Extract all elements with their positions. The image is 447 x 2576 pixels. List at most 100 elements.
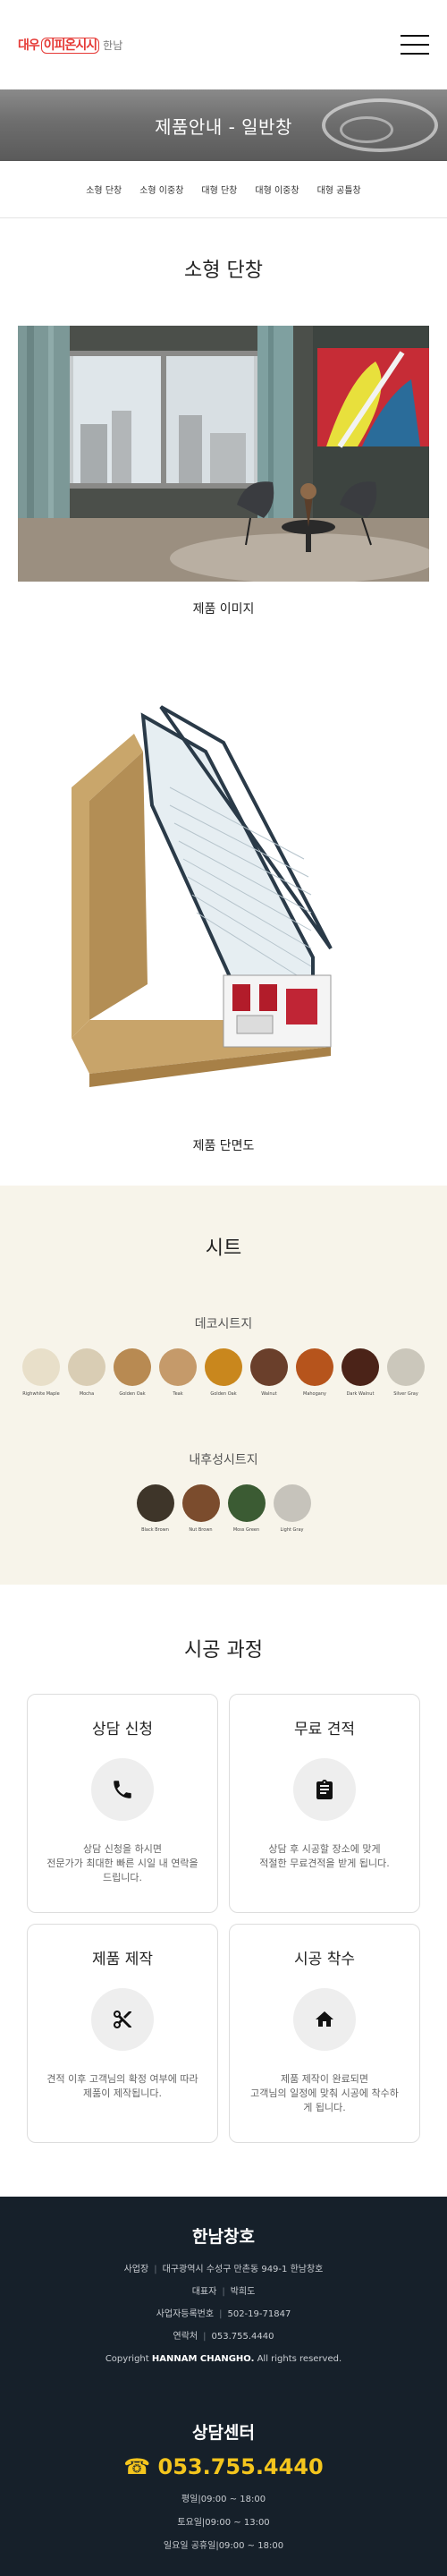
color-swatch [387, 1348, 425, 1386]
color-swatch [68, 1348, 105, 1386]
home-icon [293, 1988, 356, 2051]
swatch-name: Mocha [79, 1391, 95, 1397]
color-swatch [22, 1348, 60, 1386]
card-title: 제품 제작 [92, 1951, 153, 1968]
process-grid: 상담 신청 상담 신청을 하시면 전문가가 최대한 빠른 시일 내 연락을 드립… [0, 1694, 447, 2143]
consult-center: 상담센터 ☎ 053.755.4440 평일|09:00 ~ 18:00 토요일… [0, 2419, 447, 2558]
consult-center-title: 상담센터 [192, 2423, 255, 2443]
swatch-item: Mahogany [295, 1348, 334, 1397]
color-swatch [114, 1348, 151, 1386]
card-title: 무료 견적 [294, 1721, 355, 1739]
section-title: 시공 과정 [184, 1639, 263, 1662]
card-title: 상담 신청 [92, 1721, 153, 1739]
swatch-list: Black Brown Nut Brown Moss Green Light Gray [0, 1484, 447, 1533]
swatch-name: Moss Green [232, 1527, 260, 1533]
card-desc-line: 견적 이후 고객님의 확정 여부에 따라 [46, 2073, 198, 2085]
footer-address: 사업장 | 대구광역시 수성구 만촌동 949-1 한남창호 [123, 2265, 324, 2274]
card-desc-line: 상담 신청을 하시면 [83, 1843, 162, 1855]
footer-tel: 연락처 | 053.755.4440 [173, 2332, 274, 2342]
site-logo[interactable]: 대우 이피온시시 한남 [18, 36, 122, 54]
swatch-name: Dark Walnut [346, 1391, 375, 1397]
color-swatch [273, 1484, 311, 1522]
swatch-item: Mocha [67, 1348, 106, 1397]
subnav-item-small-double[interactable]: 소형 이중창 [139, 183, 183, 196]
swatch-name: Mahogany [303, 1391, 326, 1397]
hours-row: 일요일 공휴일|09:00 ~ 18:00 [163, 2541, 284, 2551]
card-desc-line: 드립니다. [103, 1872, 142, 1883]
swatch-name: Silver Gray [393, 1391, 418, 1397]
weather-sheet-group: 내후성시트지 Black Brown Nut Brown Moss Green Lig… [0, 1450, 447, 1533]
product-section: 소형 단창 제품 이미지 제품 단면도 [0, 218, 447, 1154]
process-section: 시공 과정 상담 신청 상담 신청을 하시면 전문가가 최대한 빠른 시일 내 … [0, 1585, 447, 2197]
swatch-item: Dark Walnut [341, 1348, 380, 1397]
color-swatch [136, 1484, 174, 1522]
card-desc-line: 게 됩니다. [303, 2102, 346, 2113]
card-desc-line: 전문가가 최대한 빠른 시일 내 연락을 [46, 1858, 198, 1869]
swatch-item: Golden Oak [113, 1348, 152, 1397]
room-photo-illustration [18, 326, 429, 582]
card-desc-line: 상담 후 시공할 장소에 맞게 [268, 1843, 381, 1855]
scissors-icon [91, 1988, 154, 2051]
swatch-item: Moss Green [227, 1484, 266, 1533]
lamp-ring-decoration [340, 116, 393, 143]
card-desc-line: 고객님의 일정에 맞춰 시공에 착수하 [250, 2087, 399, 2099]
color-swatch [181, 1484, 220, 1522]
cross-section-image [0, 671, 447, 1136]
phone-icon [91, 1758, 154, 1821]
deco-sheet-group: 데코시트지 Righwhite Maple Mocha Golden Oak Teak… [0, 1314, 447, 1397]
sheet-section: 시트 데코시트지 Righwhite Maple Mocha Golden Oak T… [0, 1186, 447, 1585]
site-header: 대우 이피온시시 한남 [0, 0, 447, 89]
swatch-name: Light Gray [280, 1527, 304, 1533]
clipboard-icon [293, 1758, 356, 1821]
color-swatch [250, 1348, 288, 1386]
page-title: 제품안내 - 일반창 [155, 115, 292, 138]
logo-main-text: 대우 [18, 38, 40, 53]
swatch-name: Golden Oak [119, 1391, 146, 1397]
section-title: 시트 [205, 1237, 242, 1260]
site-footer: 한남창호 사업장 | 대구광역시 수성구 만촌동 949-1 한남창호 대표자 | 박희… [0, 2197, 447, 2576]
card-title: 시공 착수 [294, 1951, 355, 1968]
swatch-item: Nut Brown [181, 1484, 221, 1533]
card-desc-line: 적절한 무료견적을 받게 됩니다. [259, 1858, 390, 1869]
card-desc-line: 제품이 제작됩니다. [83, 2087, 162, 2099]
logo-sub-text: 한남 [103, 38, 123, 52]
color-swatch [205, 1348, 242, 1386]
swatch-list: Righwhite Maple Mocha Golden Oak Teak Golden… [0, 1348, 447, 1397]
process-card-construction: 시공 착수 제품 제작이 완료되면 고객님의 일정에 맞춰 시공에 착수하 게 … [229, 1924, 420, 2143]
process-card-consult: 상담 신청 상담 신청을 하시면 전문가가 최대한 빠른 시일 내 연락을 드립… [27, 1694, 218, 1913]
swatch-name: Black Brown [141, 1527, 169, 1533]
subnav-item-large-double[interactable]: 대형 이중창 [255, 183, 299, 196]
color-swatch [159, 1348, 197, 1386]
card-desc-line: 제품 제작이 완료되면 [280, 2073, 369, 2085]
swatch-name: Golden Oak [210, 1391, 237, 1397]
subnav-item-small-single[interactable]: 소형 단창 [86, 183, 122, 196]
menu-icon[interactable] [401, 35, 429, 55]
subnav-item-large-single[interactable]: 대형 단창 [201, 183, 237, 196]
sheet-group-label: 내후성시트지 [189, 1453, 258, 1467]
swatch-item: Righwhite Maple [21, 1348, 61, 1397]
cross-section-caption: 제품 단면도 [192, 1139, 255, 1153]
process-card-production: 제품 제작 견적 이후 고객님의 확정 여부에 따라 제품이 제작됩니다. [27, 1924, 218, 2143]
swatch-item: Teak [158, 1348, 198, 1397]
footer-biz-number: 사업자등록번호 | 502-19-71847 [156, 2309, 291, 2319]
footer-copyright: Copyright HANNAM CHANGHO. All rights res… [105, 2354, 342, 2364]
color-swatch [342, 1348, 379, 1386]
product-subnav: 소형 단창 소형 이중창 대형 단창 대형 이중창 대형 공틀창 [0, 161, 447, 218]
swatch-name: Righwhite Maple [22, 1391, 60, 1397]
subnav-item-large-frame[interactable]: 대형 공틀창 [317, 183, 361, 196]
swatch-item: Walnut [249, 1348, 289, 1397]
hours-row: 평일|09:00 ~ 18:00 [181, 2495, 266, 2504]
consult-phone-number[interactable]: ☎ 053.755.4440 [0, 2454, 447, 2479]
hero-banner: 제품안내 - 일반창 [0, 89, 447, 161]
color-swatch [296, 1348, 333, 1386]
photo-caption: 제품 이미지 [192, 602, 255, 616]
window-frame-cross-section-illustration [72, 705, 333, 1087]
product-photo [18, 326, 429, 582]
swatch-item: Golden Oak [204, 1348, 243, 1397]
footer-company-name: 한남창호 [192, 2227, 255, 2247]
swatch-item: Black Brown [136, 1484, 175, 1533]
swatch-name: Teak [173, 1391, 183, 1397]
swatch-name: Walnut [261, 1391, 277, 1397]
logo-brand-text: 이피온시시 [40, 38, 100, 54]
color-swatch [227, 1484, 266, 1522]
